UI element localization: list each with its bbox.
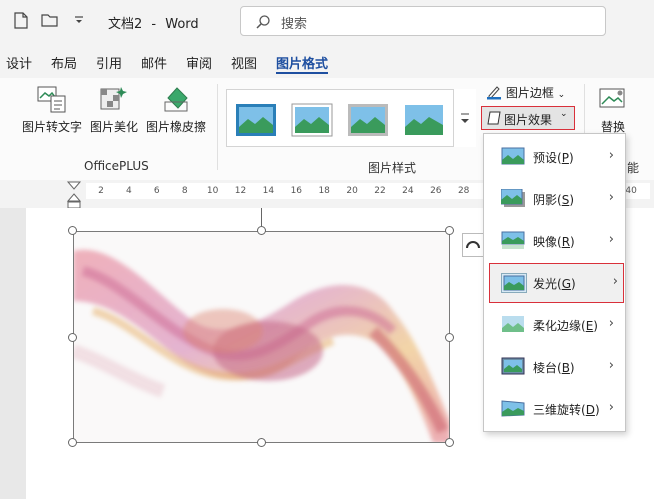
- resize-handle-top-right[interactable]: [445, 226, 454, 235]
- accessibility-group-label: 能: [627, 161, 640, 175]
- picture-to-text-label: 图片转文字: [22, 120, 83, 134]
- ruler-number: 6: [153, 186, 160, 196]
- menu-item-preset[interactable]: 预设(P) ›: [484, 137, 625, 177]
- bevel-icon: [501, 357, 525, 378]
- chevron-right-icon: ›: [608, 190, 614, 205]
- menu-item-3d-rotation[interactable]: 三维旋转(D) ›: [484, 389, 625, 429]
- picture-effects-label: 图片效果: [504, 113, 553, 127]
- menu-item-reflection[interactable]: 映像(R) ›: [484, 221, 625, 261]
- resize-handle-top[interactable]: [257, 226, 266, 235]
- picture-eraser-icon: [159, 84, 193, 114]
- menu-item-shadow[interactable]: 阴影(S) ›: [484, 179, 625, 219]
- replace-button[interactable]: 替换: [596, 84, 630, 135]
- 3d-rotation-icon: [501, 399, 525, 420]
- shadow-icon: [500, 188, 525, 210]
- ruler-number: 26: [430, 186, 442, 196]
- glow-icon: [501, 273, 527, 296]
- picture-beautify-label: 图片美化: [90, 120, 139, 134]
- picture-border-icon: [486, 84, 502, 103]
- replace-icon: [596, 84, 630, 114]
- doc-name: 文档2: [108, 17, 143, 32]
- search-icon: [255, 14, 271, 33]
- tab-layout[interactable]: 布局: [51, 53, 77, 72]
- menu-item-glow[interactable]: 发光(G) ›: [489, 263, 624, 303]
- picture-style-2[interactable]: [291, 103, 333, 137]
- document-title: 文档2 - Word: [108, 13, 199, 32]
- resize-handle-bottom-left[interactable]: [68, 438, 77, 447]
- picture-beautify-button[interactable]: 图片美化: [90, 84, 138, 135]
- ruler-number: 20: [346, 186, 358, 196]
- picture-to-text-icon: [35, 84, 69, 114]
- replace-label: 替换: [600, 120, 625, 134]
- picture-to-text-button[interactable]: 图片转文字: [22, 84, 82, 135]
- chevron-right-icon: ›: [608, 148, 614, 163]
- chevron-right-icon: ›: [608, 358, 614, 373]
- app-name: Word: [165, 17, 199, 32]
- customize-toolbar-icon[interactable]: [70, 11, 88, 29]
- picture-effects-icon: [486, 111, 502, 128]
- menu-item-bevel[interactable]: 棱台(B) ›: [484, 347, 625, 387]
- styles-more-button[interactable]: [453, 89, 476, 147]
- reflection-icon: [501, 231, 525, 252]
- tab-mailings[interactable]: 邮件: [141, 53, 167, 72]
- resize-handle-top-left[interactable]: [68, 226, 77, 235]
- tab-view[interactable]: 视图: [231, 53, 257, 72]
- ruler-number: 14: [262, 186, 275, 196]
- picture-style-1[interactable]: [235, 103, 277, 137]
- picture-border-label: 图片边框: [505, 86, 554, 100]
- group-divider: [217, 84, 218, 170]
- soft-edges-icon: [501, 315, 525, 336]
- open-folder-icon[interactable]: [41, 11, 59, 29]
- picture-styles-gallery[interactable]: [226, 89, 476, 147]
- ruler-number: 10: [206, 186, 219, 196]
- tab-references[interactable]: 引用: [96, 53, 122, 72]
- layout-options-button[interactable]: [462, 233, 484, 257]
- officeplus-group-label: OfficePLUS: [84, 159, 149, 173]
- selection-frame: [73, 231, 450, 443]
- resize-handle-right[interactable]: [445, 333, 454, 342]
- picture-style-4[interactable]: [403, 103, 445, 137]
- picture-effects-button[interactable]: 图片效果 ⌄: [481, 106, 575, 130]
- active-tab-indicator: [276, 72, 328, 74]
- resize-handle-bottom[interactable]: [257, 438, 266, 447]
- ruler-number: 28: [457, 186, 470, 196]
- chevron-right-icon: ›: [608, 400, 614, 415]
- tab-picture-format[interactable]: 图片格式: [276, 53, 328, 72]
- chevron-down-icon: ⌄: [560, 109, 568, 119]
- picture-effects-menu: 预设(P) › 阴影(S) › 映像(R) › 发光(G) › 柔化边缘(E) …: [483, 133, 626, 432]
- chevron-right-icon: ›: [608, 232, 614, 247]
- new-document-icon[interactable]: [12, 11, 30, 29]
- chevron-down-icon: ⌄: [557, 90, 566, 100]
- picture-eraser-label: 图片橡皮擦: [146, 120, 207, 134]
- ruler-number: 22: [374, 186, 386, 196]
- tab-design[interactable]: 设计: [6, 53, 32, 72]
- picture-styles-group-label: 图片样式: [368, 161, 417, 175]
- ruler-number: 40: [625, 186, 637, 196]
- picture-style-3[interactable]: [347, 103, 389, 137]
- ruler-number: 8: [181, 186, 188, 196]
- picture-border-button[interactable]: 图片边框 ⌄: [486, 84, 565, 103]
- ruler-number: 4: [126, 186, 132, 196]
- resize-handle-left[interactable]: [68, 333, 77, 342]
- chevron-right-icon: ›: [612, 274, 618, 289]
- resize-handle-bottom-right[interactable]: [445, 438, 454, 447]
- preset-icon: [501, 147, 525, 168]
- ruler-number: 2: [98, 186, 104, 196]
- picture-beautify-icon: [97, 84, 131, 114]
- ruler-number: 12: [234, 186, 247, 196]
- rotation-handle-stem: [261, 208, 262, 226]
- ruler-number: 24: [402, 186, 414, 196]
- ruler-number: 16: [290, 186, 303, 196]
- tab-review[interactable]: 审阅: [186, 53, 212, 72]
- chevron-right-icon: ›: [608, 316, 614, 331]
- ruler-number: 18: [318, 186, 330, 196]
- picture-eraser-button[interactable]: 图片橡皮擦: [146, 84, 206, 135]
- search-placeholder: 搜索: [281, 17, 308, 32]
- search-box[interactable]: 搜索: [240, 6, 606, 36]
- title-separator: -: [151, 17, 157, 32]
- menu-item-soft-edges[interactable]: 柔化边缘(E) ›: [484, 305, 625, 345]
